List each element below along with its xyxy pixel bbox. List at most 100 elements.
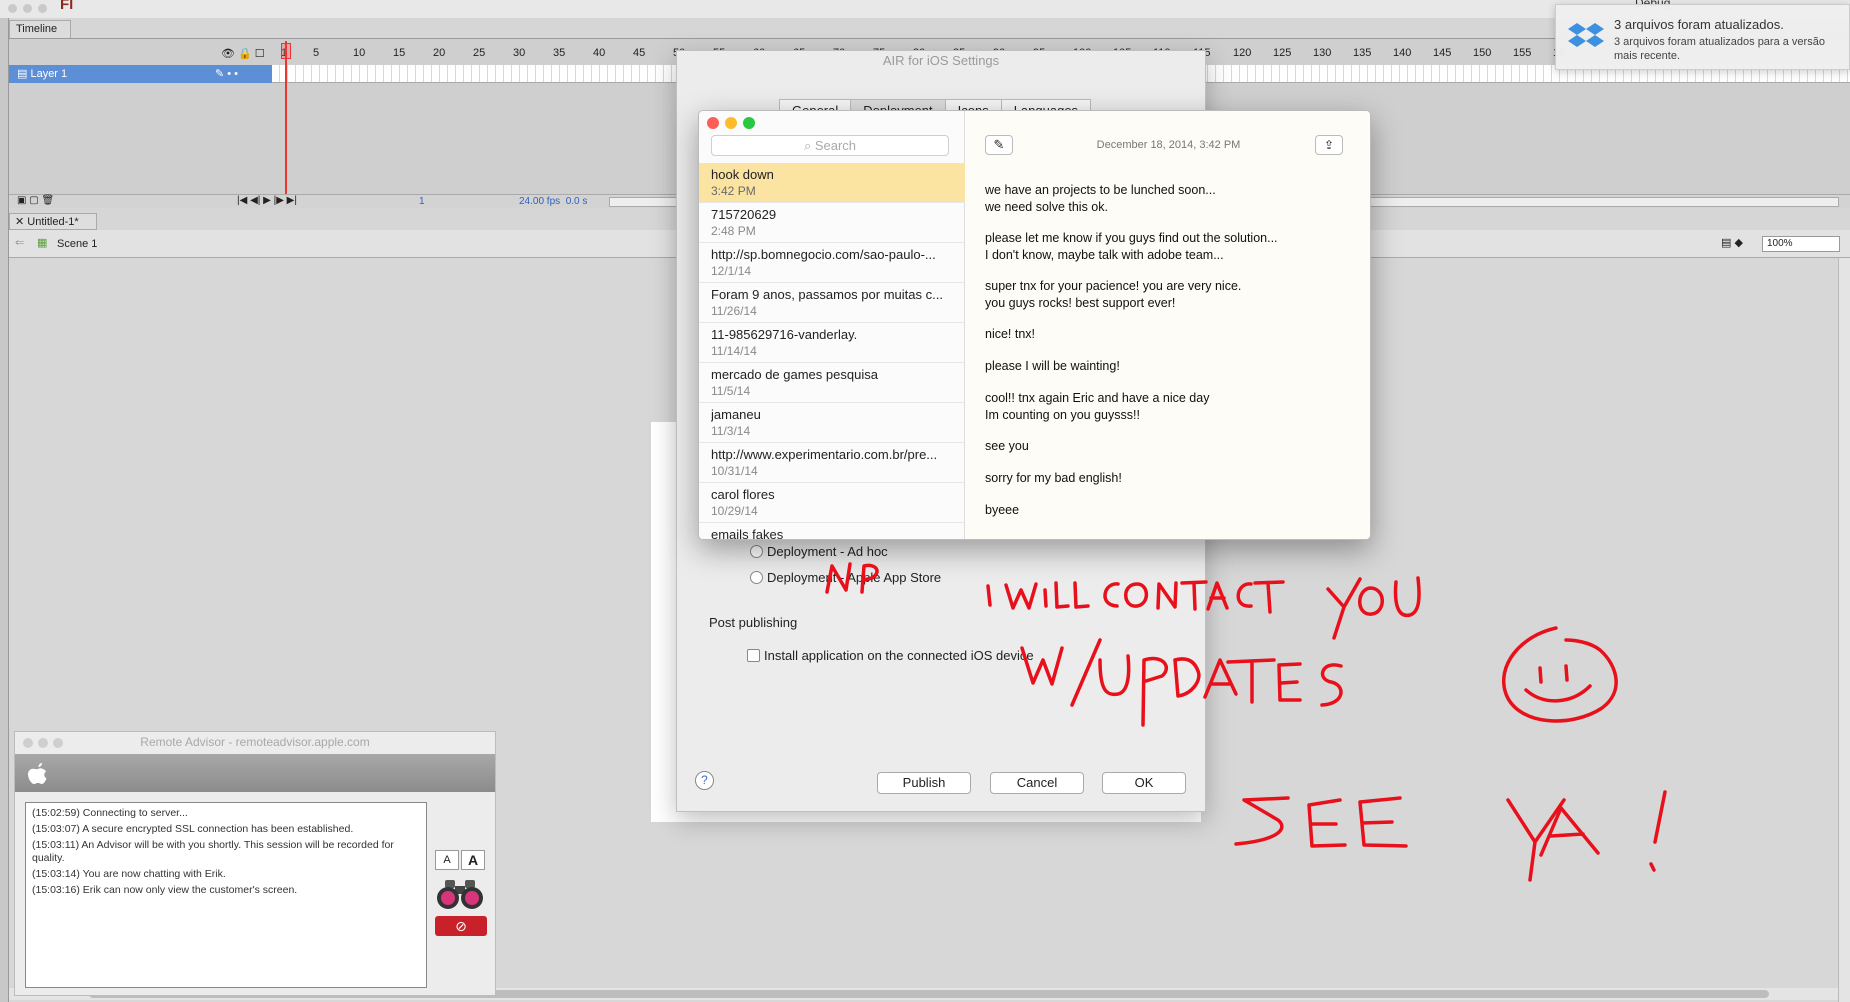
dropbox-notification[interactable]: 3 arquivos foram atualizados. 3 arquivos… — [1555, 4, 1850, 70]
note-line: sorry for my bad english! — [985, 471, 1122, 485]
stage-vertical-scrollbar[interactable] — [1838, 258, 1850, 1002]
note-list-item[interactable]: 11-985629716-vanderlay. 11/14/14 — [699, 323, 965, 363]
help-button[interactable]: ? — [695, 771, 714, 790]
note-line: nice! tnx! — [985, 327, 1036, 341]
document-tab-label: Untitled-1* — [27, 216, 79, 228]
ruler-tick: 15 — [393, 47, 406, 59]
radio-adhoc[interactable]: Deployment - Ad hoc — [750, 544, 888, 559]
stop-sharing-button[interactable]: ⊘ — [435, 916, 487, 936]
note-editor[interactable]: ✎ December 18, 2014, 3:42 PM ⇪ we have a… — [965, 111, 1370, 539]
back-arrow-icon[interactable]: ⇐ — [15, 236, 24, 249]
note-line: super tnx for your pacience! you are ver… — [985, 279, 1242, 293]
note-title: hook down — [711, 167, 774, 182]
note-list-item[interactable]: 715720629 2:48 PM — [699, 203, 965, 243]
ruler-tick: 150 — [1473, 47, 1492, 59]
ruler-tick: 135 — [1353, 47, 1372, 59]
note-title: http://www.experimentario.com.br/pre... — [711, 447, 938, 462]
chat-log-entry: (15:03:16) Erik can now only view the cu… — [32, 884, 298, 896]
advisor-header — [15, 754, 495, 792]
note-list-item[interactable]: Foram 9 anos, passamos por muitas c... 11… — [699, 283, 965, 323]
layer-row[interactable]: ▤ Layer 1 ✎ • • — [9, 65, 272, 83]
window-controls[interactable] — [8, 2, 53, 16]
ok-button[interactable]: OK — [1102, 772, 1186, 794]
layer-icon: ▤ — [17, 68, 31, 80]
note-title: 715720629 — [711, 207, 777, 222]
ruler-tick: 155 — [1513, 47, 1532, 59]
document-tab[interactable]: ✕ Untitled-1* — [9, 213, 97, 230]
zoom-field[interactable]: 100% — [1762, 236, 1840, 252]
search-icon: ⌕ — [803, 138, 815, 153]
search-input[interactable]: ⌕ Search — [711, 135, 949, 156]
note-list-item[interactable]: http://sp.bomnegocio.com/sao-paulo-... 12… — [699, 243, 965, 283]
advisor-chat-log[interactable]: (15:02:59) Connecting to server... (15:03… — [25, 802, 427, 988]
scene-icon: ▦ — [37, 237, 48, 249]
ruler-tick: 140 — [1393, 47, 1412, 59]
ruler-tick: 25 — [473, 47, 486, 59]
cancel-button[interactable]: Cancel — [990, 772, 1084, 794]
note-list-item[interactable]: mercado de games pesquisa 11/5/14 — [699, 363, 965, 403]
timeline-tab[interactable]: Timeline — [9, 20, 71, 38]
note-line: see you — [985, 439, 1029, 453]
note-line: we need solve this ok. — [985, 200, 1108, 214]
font-larger-button[interactable]: A — [461, 850, 485, 870]
window-controls[interactable] — [707, 117, 761, 132]
note-line: please I will be wainting! — [985, 359, 1120, 373]
binoculars-icon[interactable] — [435, 878, 485, 910]
layer-name: Layer 1 — [30, 68, 68, 80]
note-line: please let me know if you guys find out … — [985, 231, 1278, 245]
notification-title: 3 arquivos foram atualizados. — [1614, 17, 1784, 32]
install-checkbox[interactable]: Install application on the connected iOS… — [747, 648, 1034, 663]
publish-button[interactable]: Publish — [877, 772, 971, 794]
current-frame: 1 — [419, 196, 425, 207]
notification-body: 3 arquivos foram atualizados para a vers… — [1614, 36, 1825, 62]
scene-label: Scene 1 — [57, 238, 98, 250]
close-icon[interactable] — [707, 117, 719, 129]
new-layer-icon[interactable]: ▣ ▢ 🗑 — [17, 195, 54, 206]
checkbox[interactable] — [747, 649, 760, 662]
note-date: 11/3/14 — [711, 424, 751, 438]
note-date: 2:48 PM — [711, 224, 756, 238]
chat-log-entry: (15:03:14) You are now chatting with Eri… — [32, 868, 226, 880]
ruler-tick: 35 — [553, 47, 566, 59]
note-list-item[interactable]: carol flores 10/29/14 — [699, 483, 965, 523]
note-date: 11/26/14 — [711, 304, 757, 318]
search-placeholder: Search — [814, 138, 857, 153]
share-button[interactable]: ⇪ — [1315, 135, 1343, 155]
note-list-item[interactable]: jamaneu 11/3/14 — [699, 403, 965, 443]
note-date: 10/29/14 — [711, 504, 758, 518]
note-list-item[interactable]: hook down 3:42 PM — [699, 163, 965, 203]
radio-adhoc-label: Deployment - Ad hoc — [767, 544, 888, 559]
note-line: Im counting on you guysss!! — [985, 408, 1140, 422]
note-line: byeee — [985, 503, 1020, 517]
note-list-item[interactable]: http://www.experimentario.com.br/pre... 1… — [699, 443, 965, 483]
playhead[interactable] — [285, 41, 287, 205]
minimize-icon[interactable] — [725, 117, 737, 129]
font-smaller-button[interactable]: A — [435, 850, 459, 870]
note-title: jamaneu — [711, 407, 761, 422]
radio-button[interactable] — [750, 571, 763, 584]
ruler-tick: 130 — [1313, 47, 1332, 59]
ruler-tick: 30 — [513, 47, 526, 59]
time-value: 0.0 s — [565, 196, 588, 207]
note-date: December 18, 2014, 3:42 PM — [1096, 139, 1241, 151]
ruler-tick: 125 — [1273, 47, 1292, 59]
playback-controls[interactable]: |◀ ◀| ▶ |▶ ▶| — [237, 195, 297, 206]
note-title: emails fakes — [711, 527, 784, 540]
radio-app-store[interactable]: Deployment - Apple App Store — [750, 570, 941, 585]
zoom-icon[interactable] — [743, 117, 755, 129]
note-date: 11/14/14 — [711, 344, 757, 358]
notes-window: ⌕ Search hook down 3:42 PM 715720629 2:48 P… — [698, 110, 1371, 540]
note-line: we have an projects to be lunched soon..… — [985, 183, 1216, 197]
fps-readout: 24.00 fps 0.0 s — [519, 196, 587, 207]
edit-symbol-icon[interactable]: ▤ ◆ — [1721, 236, 1743, 249]
remote-advisor-window: Remote Advisor - remoteadvisor.apple.com… — [14, 731, 496, 996]
note-date: 10/31/14 — [711, 464, 758, 478]
note-list-item[interactable]: emails fakes — [699, 523, 965, 540]
no-entry-icon: ⊘ — [455, 918, 467, 934]
note-line: you guys rocks! best support ever! — [985, 296, 1176, 310]
apple-logo-icon — [28, 763, 47, 784]
close-icon[interactable]: ✕ — [15, 216, 27, 228]
ruler-tick: 120 — [1233, 47, 1252, 59]
radio-button[interactable] — [750, 545, 763, 558]
layer-visibility-icons[interactable]: 👁 🔒 ☐ — [221, 47, 265, 60]
